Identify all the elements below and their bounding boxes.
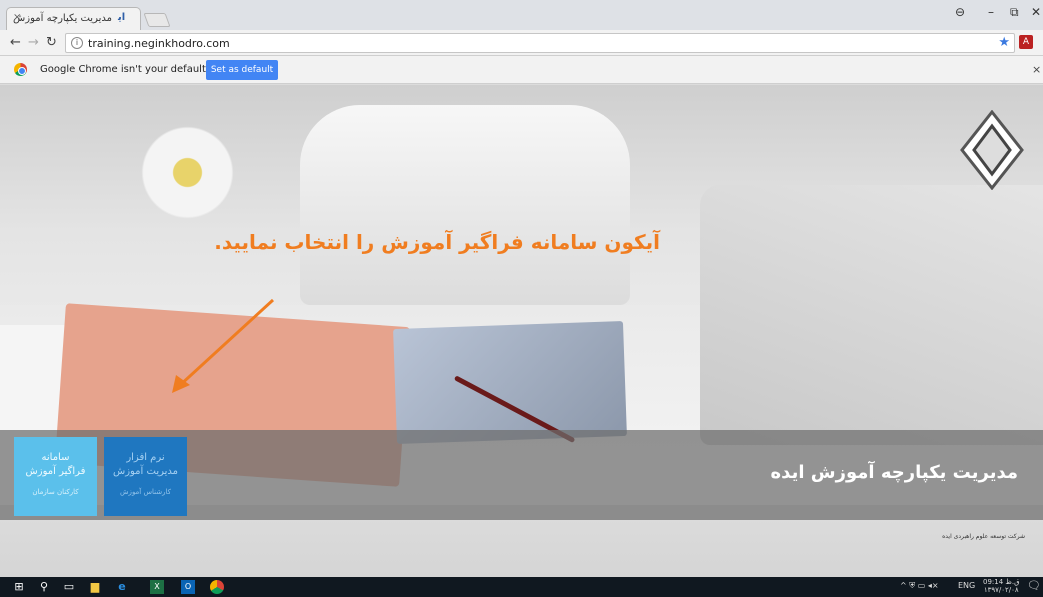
account-icon[interactable]: ⊖ [955,5,965,19]
clock[interactable]: 09:14 ق.ظ ۱۳۹۷/۰۲/۰۸ [983,578,1020,594]
file-explorer-icon[interactable]: ▆ [88,580,102,594]
instruction-text: آیکون سامانه فراگیر آموزش را انتخاب نمای… [214,230,660,254]
portal-title: مدیریت یکپارچه آموزش ایده [770,462,1018,483]
search-icon[interactable]: ⚲ [37,580,51,594]
forward-arrow-icon[interactable]: → [28,35,39,50]
tab-title: مدیریت یکپارچه آموزش [13,13,112,24]
tab-strip: ﺍﻳ مدیریت یکپارچه آموزش × ⊖ – ⧉ ✕ [0,0,1043,30]
tile-line1: سامانه [41,452,70,463]
new-tab-button[interactable] [143,13,171,27]
outlook-icon[interactable]: O [181,580,195,594]
address-bar[interactable]: i training.neginkhodro.com ★ [65,33,1015,53]
background-laptop [700,185,1043,445]
background-flower [140,125,235,220]
bookmark-star-icon[interactable]: ★ [998,35,1010,50]
training-management-tile[interactable]: نرم افزار مدیریت آموزش کارشناس آموزش [104,437,187,516]
chrome-logo-icon [14,63,27,76]
tile-line2: مدیریت آموزش [112,466,179,477]
tab-close-icon[interactable]: × [13,12,21,23]
clock-date: ۱۳۹۷/۰۲/۰۸ [983,586,1019,594]
page-background: آیکون سامانه فراگیر آموزش را انتخاب نمای… [0,85,1043,577]
internet-explorer-icon[interactable]: e [115,580,129,594]
tile-sub: کارکنان سازمان [32,488,79,496]
chrome-taskbar-icon[interactable] [210,580,224,594]
back-arrow-icon[interactable]: ← [10,35,21,50]
restore-button[interactable]: ⧉ [1010,5,1019,20]
default-browser-infobar: Google Chrome isn't your default browser… [0,56,1043,84]
renault-logo-icon [960,110,1024,190]
pointer-arrow-icon [172,298,275,393]
url-text: training.neginkhodro.com [88,37,230,50]
tile-line2: فراگیر آموزش [25,466,86,477]
infobar-close-icon[interactable]: × [1032,63,1041,76]
footer-company: شرکت توسعه علوم راهبردی ایده [942,533,1025,540]
learning-system-tile[interactable]: سامانه فراگیر آموزش کارکنان سازمان [14,437,97,516]
windows-taskbar: ⊞ ⚲ ▭ ▆ e X O ^ ⛨ ▭ ◂× ENG 09:14 ق.ظ ۱۳۹… [0,577,1043,597]
clock-time: 09:14 ق.ظ [983,578,1020,586]
minimize-button[interactable]: – [988,5,994,19]
task-view-icon[interactable]: ▭ [62,580,76,594]
excel-icon[interactable]: X [150,580,164,594]
window-close-button[interactable]: ✕ [1031,5,1041,19]
tile-line1: نرم افزار [126,452,165,463]
site-info-icon[interactable]: i [71,37,83,49]
browser-toolbar: ← → ↻ i training.neginkhodro.com ★ A [0,30,1043,56]
site-favicon-icon: ﺍﻳ [118,12,126,23]
tray-icons[interactable]: ^ ⛨ ▭ ◂× [900,581,939,591]
background-chair [300,105,630,305]
tile-sub: کارشناس آموزش [120,488,171,496]
notifications-icon[interactable]: 🗨 [1027,579,1041,592]
reload-icon[interactable]: ↻ [46,35,57,50]
language-indicator[interactable]: ENG [958,581,975,590]
background-folder [393,321,627,444]
pdf-extension-icon[interactable]: A [1019,35,1033,49]
tab-training[interactable]: ﺍﻳ مدیریت یکپارچه آموزش × [6,7,141,30]
set-as-default-button[interactable]: Set as default [206,60,278,80]
start-windows-icon[interactable]: ⊞ [12,580,26,594]
